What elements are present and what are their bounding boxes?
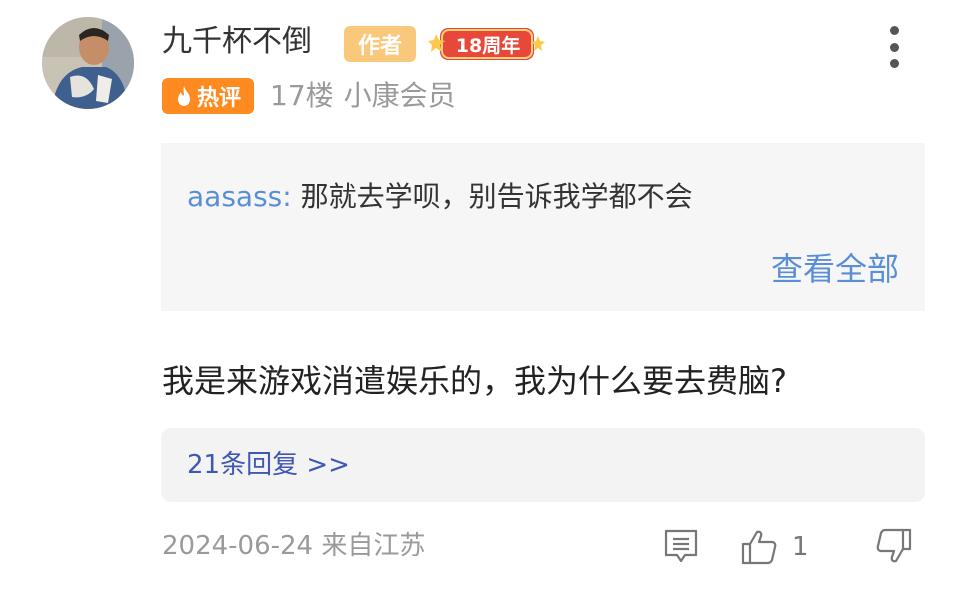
view-all-link[interactable]: 查看全部 xyxy=(771,247,899,291)
quoted-reply-user[interactable]: aasass: xyxy=(187,180,292,213)
anniversary-badge-label: 18周年 xyxy=(455,34,521,57)
quoted-reply-box[interactable]: aasass: 那就去学呗，别告诉我学都不会 查看全部 xyxy=(161,143,925,311)
like-count: 1 xyxy=(792,532,809,562)
membership-level: 小康会员 xyxy=(343,79,456,112)
quoted-reply-text: 那就去学呗，别告诉我学都不会 xyxy=(291,180,693,213)
menu-dot xyxy=(889,26,899,35)
thumbs-down-icon[interactable] xyxy=(875,527,913,565)
comment-date-location: 2024-06-24 来自江苏 xyxy=(162,531,426,561)
floor-number: 17楼 xyxy=(270,79,334,112)
author-name[interactable]: 九千杯不倒 xyxy=(162,22,312,62)
thumbs-up-icon xyxy=(741,530,777,565)
like-button[interactable]: 1 xyxy=(740,526,809,568)
hot-badge-label: 热评 xyxy=(196,86,241,111)
comment-meta: 17楼 小康会员 xyxy=(270,76,456,116)
menu-dot xyxy=(889,42,899,52)
flame-icon xyxy=(177,86,190,106)
avatar[interactable] xyxy=(42,17,134,109)
comment-icon[interactable] xyxy=(663,528,699,566)
avatar-image xyxy=(42,17,134,109)
replies-link[interactable]: 21条回复 >> xyxy=(187,445,350,485)
thumbs-down-icon-svg xyxy=(876,528,912,563)
hot-comment-badge: 热评 xyxy=(162,78,254,114)
quoted-reply: aasass: 那就去学呗，别告诉我学都不会 xyxy=(187,177,693,217)
menu-dot xyxy=(889,59,899,68)
replies-box[interactable]: 21条回复 >> xyxy=(161,428,925,502)
more-vertical-icon[interactable] xyxy=(880,26,908,68)
comment-icon-svg xyxy=(664,529,698,563)
author-badge: 作者 xyxy=(344,26,416,62)
comment-body: 我是来游戏消遣娱乐的，我为什么要去费脑? xyxy=(162,362,787,400)
anniversary-badge: 18周年 xyxy=(428,24,546,64)
